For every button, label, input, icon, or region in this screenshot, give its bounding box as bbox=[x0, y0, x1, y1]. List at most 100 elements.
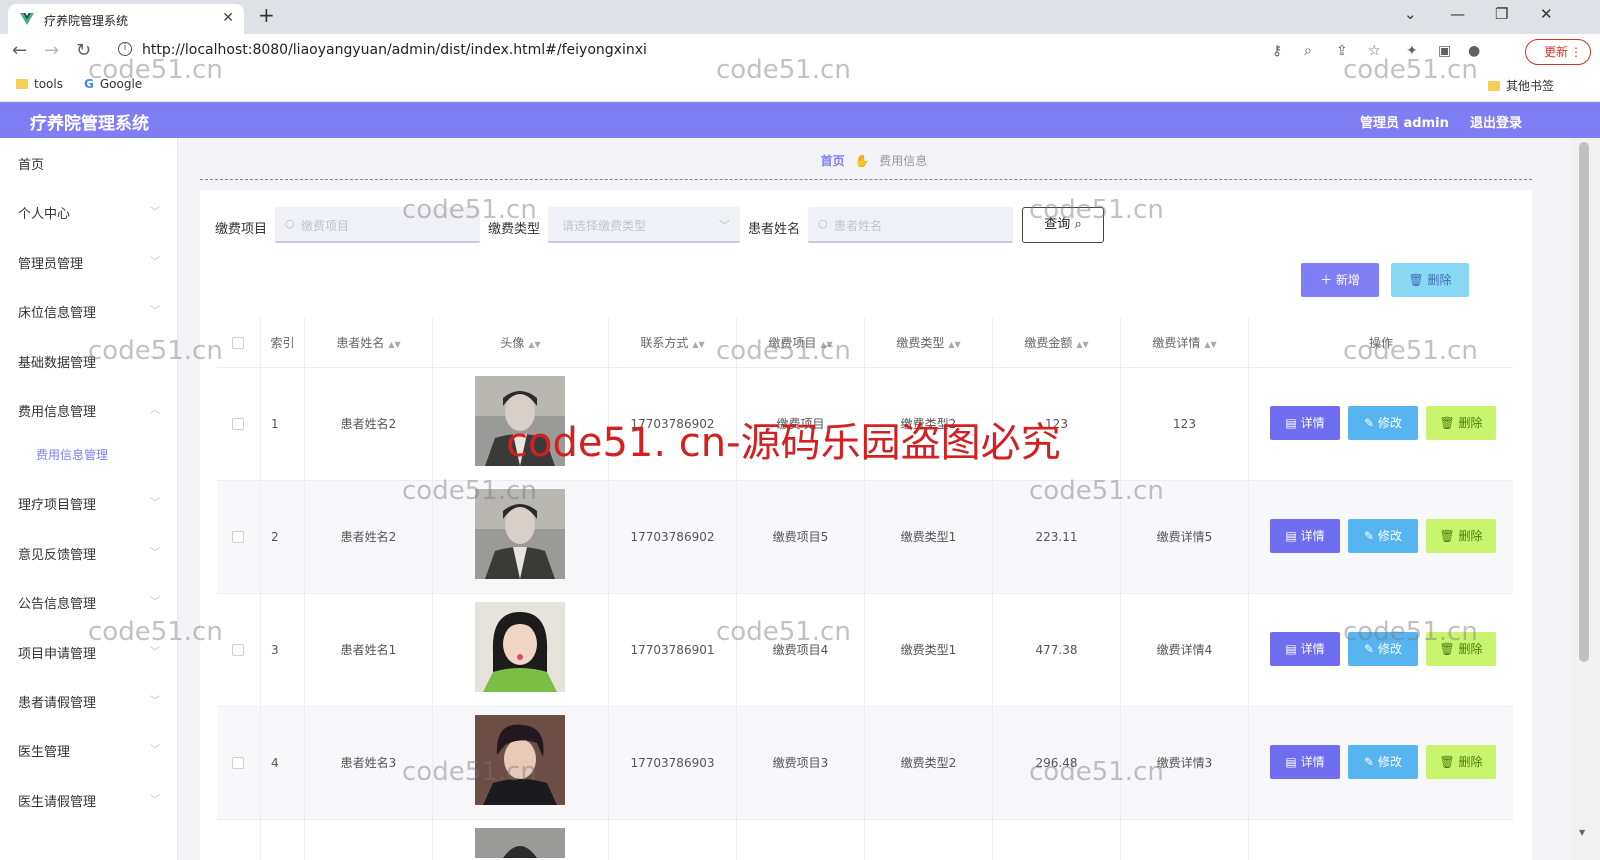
column-label: 患者姓名 bbox=[336, 336, 385, 350]
edit-button[interactable]: ✎ 修改 bbox=[1348, 632, 1418, 666]
sidebar-item-therapy[interactable]: 理疗项目管理 ﹀ bbox=[0, 478, 178, 528]
sidebar-item-basic-data[interactable]: 基础数据管理 ﹀ bbox=[0, 336, 178, 386]
detail-button[interactable]: ▤ 详情 bbox=[1270, 406, 1340, 440]
column-header[interactable]: 联系方式 ▲▼ bbox=[609, 318, 737, 368]
sidebar-item-fees[interactable]: 费用信息管理 ︿ bbox=[0, 385, 178, 435]
password-key-icon[interactable]: ⚷ bbox=[1272, 43, 1282, 59]
bookmark-google[interactable]: G Google bbox=[84, 77, 142, 91]
sidebar-item-feedback[interactable]: 意见反馈管理 ﹀ bbox=[0, 528, 178, 578]
sidebar-item-doctors[interactable]: 医生管理 ﹀ bbox=[0, 725, 178, 775]
edit-button[interactable]: ✎ 修改 bbox=[1348, 519, 1418, 553]
sidebar: 首页 个人中心 ﹀ 管理员管理 ﹀ 床位信息管理 ﹀ 基础数据管理 ﹀ 费用信息… bbox=[0, 138, 178, 860]
sort-icon[interactable]: ▲▼ bbox=[1076, 340, 1088, 349]
detail-cell: 缴费详情5 bbox=[1121, 481, 1249, 594]
select-all-checkbox[interactable] bbox=[232, 337, 244, 349]
minimize-icon[interactable]: — bbox=[1450, 5, 1465, 23]
sidebar-item-label: 个人中心 bbox=[18, 207, 71, 222]
edit-icon: ✎ bbox=[1364, 416, 1378, 430]
detail-label: 详情 bbox=[1300, 755, 1325, 769]
column-header[interactable]: 头像 ▲▼ bbox=[433, 318, 609, 368]
detail-button[interactable]: ▤ 详情 bbox=[1270, 519, 1340, 553]
sidebar-item-applications[interactable]: 项目申请管理 ﹀ bbox=[0, 627, 178, 677]
detail-cell: 123 bbox=[1121, 368, 1249, 481]
profile-icon[interactable]: ● bbox=[1468, 43, 1480, 59]
phone-cell: 17703786901 bbox=[609, 594, 737, 707]
sort-icon[interactable]: ▲▼ bbox=[1204, 340, 1216, 349]
type-select[interactable]: 请选择缴费类型 ﹀ bbox=[548, 207, 740, 243]
breadcrumb-home[interactable]: 首页 bbox=[821, 154, 845, 168]
extensions-icon[interactable]: ✦ bbox=[1406, 43, 1418, 59]
edit-button[interactable]: ✎ 修改 bbox=[1348, 745, 1418, 779]
bookmark-tools[interactable]: tools bbox=[16, 77, 63, 91]
sidebar-item-notices[interactable]: 公告信息管理 ﹀ bbox=[0, 577, 178, 627]
item-cell: 缴费项目5 bbox=[737, 481, 865, 594]
tab-title: 疗养院管理系统 bbox=[44, 14, 129, 28]
column-header[interactable]: 缴费类型 ▲▼ bbox=[865, 318, 993, 368]
add-button[interactable]: ＋ 新增 bbox=[1301, 263, 1379, 297]
column-header[interactable]: 缴费金额 ▲▼ bbox=[993, 318, 1121, 368]
edit-button[interactable]: ✎ 修改 bbox=[1348, 406, 1418, 440]
bookmark-star-icon[interactable]: ☆ bbox=[1368, 43, 1381, 59]
zoom-icon[interactable]: ⌕ bbox=[1304, 43, 1312, 59]
sidebar-item-patient-leave[interactable]: 患者请假管理 ﹀ bbox=[0, 676, 178, 726]
tab-search-icon[interactable]: ⌄ bbox=[1404, 5, 1417, 23]
column-label: 缴费金额 bbox=[1024, 336, 1073, 350]
delete-button[interactable]: 🗑 删除 bbox=[1426, 406, 1496, 440]
window-close-icon[interactable]: ✕ bbox=[1540, 5, 1553, 23]
sort-icon[interactable]: ▲▼ bbox=[820, 340, 832, 349]
column-label: 联系方式 bbox=[640, 336, 689, 350]
close-tab-icon[interactable]: ✕ bbox=[222, 10, 234, 26]
update-label: 更新 bbox=[1544, 45, 1569, 59]
detail-button[interactable]: ▤ 详情 bbox=[1270, 745, 1340, 779]
logout-link[interactable]: 退出登录 bbox=[1470, 112, 1522, 131]
detail-button[interactable]: ▤ 详情 bbox=[1270, 632, 1340, 666]
sidebar-item-label: 意见反馈管理 bbox=[18, 548, 97, 563]
scroll-down-icon[interactable]: ▼ bbox=[1579, 828, 1585, 837]
search-icon: ⌕ bbox=[1074, 217, 1082, 232]
column-header[interactable]: 患者姓名 ▲▼ bbox=[305, 318, 433, 368]
delete-button[interactable]: 🗑 删除 bbox=[1426, 745, 1496, 779]
sidebar-item-home[interactable]: 首页 bbox=[0, 138, 178, 188]
site-info-icon[interactable]: i bbox=[118, 42, 132, 56]
query-button[interactable]: 查询 ⌕ bbox=[1022, 207, 1104, 243]
name-search-input[interactable]: ○ 患者姓名 bbox=[808, 207, 1013, 243]
row-checkbox[interactable] bbox=[232, 418, 244, 430]
sort-icon[interactable]: ▲▼ bbox=[948, 340, 960, 349]
share-icon[interactable]: ⇪ bbox=[1336, 43, 1348, 59]
sidebar-item-beds[interactable]: 床位信息管理 ﹀ bbox=[0, 286, 178, 336]
url-text[interactable]: http://localhost:8080/liaoyangyuan/admin… bbox=[142, 42, 647, 58]
side-panel-icon[interactable]: ▣ bbox=[1438, 43, 1451, 59]
scrollbar-thumb[interactable] bbox=[1579, 142, 1589, 662]
sidebar-item-doctor-leave[interactable]: 医生请假管理 ﹀ bbox=[0, 775, 178, 825]
sidebar-item-admins[interactable]: 管理员管理 ﹀ bbox=[0, 237, 178, 287]
forward-icon[interactable]: → bbox=[44, 40, 59, 61]
sort-icon[interactable]: ▲▼ bbox=[692, 340, 704, 349]
sidebar-item-profile[interactable]: 个人中心 ﹀ bbox=[0, 187, 178, 237]
sort-icon[interactable]: ▲▼ bbox=[388, 340, 400, 349]
sort-icon[interactable]: ▲▼ bbox=[528, 340, 540, 349]
item-cell bbox=[737, 820, 865, 860]
batch-delete-button[interactable]: 🗑 删除 bbox=[1391, 263, 1469, 297]
row-checkbox[interactable] bbox=[232, 644, 244, 656]
bookmark-other[interactable]: 其他书签 bbox=[1488, 77, 1554, 94]
restore-icon[interactable]: ❐ bbox=[1495, 5, 1508, 23]
delete-button[interactable]: 🗑 删除 bbox=[1426, 632, 1496, 666]
delete-button[interactable]: 🗑 删除 bbox=[1426, 519, 1496, 553]
update-button[interactable]: 更新 ⋮ bbox=[1525, 39, 1591, 65]
column-header[interactable]: 缴费详情 ▲▼ bbox=[1121, 318, 1249, 368]
row-checkbox[interactable] bbox=[232, 531, 244, 543]
vertical-scrollbar[interactable]: ▼ bbox=[1570, 138, 1600, 860]
column-header[interactable]: 缴费项目 ▲▼ bbox=[737, 318, 865, 368]
detail-cell: 缴费详情4 bbox=[1121, 594, 1249, 707]
address-bar: ← → ↻ i http://localhost:8080/liaoyangyu… bbox=[0, 34, 1600, 68]
select-cell bbox=[217, 820, 261, 860]
omnibox[interactable]: i http://localhost:8080/liaoyangyuan/adm… bbox=[110, 38, 1290, 64]
new-tab-icon[interactable]: + bbox=[258, 3, 275, 27]
back-icon[interactable]: ← bbox=[12, 40, 27, 61]
item-search-input[interactable]: ○ 缴费项目 bbox=[275, 207, 480, 243]
reload-icon[interactable]: ↻ bbox=[76, 40, 91, 61]
browser-tab[interactable]: 疗养院管理系统 ✕ bbox=[8, 4, 244, 34]
sidebar-subitem-fees[interactable]: 费用信息管理 bbox=[0, 430, 178, 480]
row-checkbox[interactable] bbox=[232, 757, 244, 769]
avatar bbox=[475, 489, 565, 579]
